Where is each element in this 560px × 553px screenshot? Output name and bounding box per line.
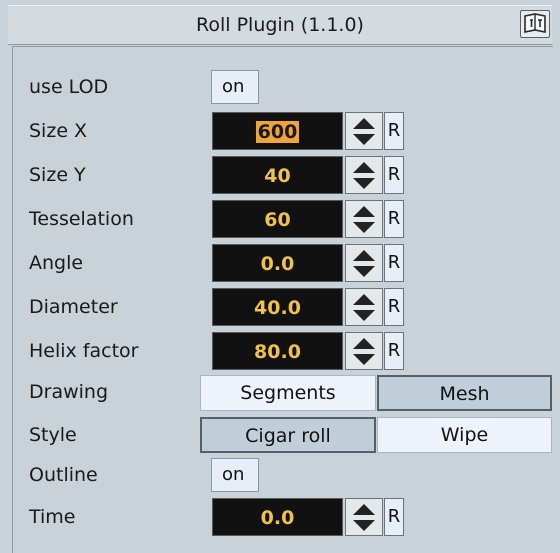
plugin-title-bar: Roll Plugin (1.1.0) xyxy=(8,5,552,45)
helix-factor-stepper[interactable] xyxy=(345,332,383,370)
helix-factor-reset-button[interactable]: R xyxy=(384,332,404,370)
tesselation-stepper[interactable] xyxy=(345,200,383,238)
use-lod-label: use LOD xyxy=(29,76,109,98)
size-y-reset-button[interactable]: R xyxy=(384,156,404,194)
size-x-reset-button[interactable]: R xyxy=(384,112,404,150)
plugin-title: Roll Plugin (1.1.0) xyxy=(196,14,364,36)
outline-label: Outline xyxy=(29,464,98,486)
stepper-arrows-icon xyxy=(353,162,375,189)
angle-label: Angle xyxy=(29,252,84,274)
plugin-properties-panel: use LOD on Size X 600 R Size Y 40 R Tess… xyxy=(12,46,553,553)
size-x-value: 600 xyxy=(255,121,300,143)
size-y-label: Size Y xyxy=(29,164,86,186)
tesselation-reset-button[interactable]: R xyxy=(384,200,404,238)
stepper-arrows-icon xyxy=(353,294,375,321)
angle-field[interactable]: 0.0 xyxy=(212,244,343,282)
stepper-arrows-icon xyxy=(353,118,375,145)
style-option-wipe[interactable]: Wipe xyxy=(377,417,552,453)
size-x-label: Size X xyxy=(29,120,88,142)
tesselation-label: Tesselation xyxy=(29,208,134,230)
drawing-option-segments[interactable]: Segments xyxy=(200,375,376,411)
diameter-field[interactable]: 40.0 xyxy=(212,288,343,326)
stepper-arrows-icon xyxy=(353,206,375,233)
drawing-option-mesh[interactable]: Mesh xyxy=(377,375,552,411)
helix-factor-label: Helix factor xyxy=(29,340,139,362)
size-x-stepper[interactable] xyxy=(345,112,383,150)
stepper-arrows-icon xyxy=(353,338,375,365)
size-y-field[interactable]: 40 xyxy=(212,156,343,194)
angle-reset-button[interactable]: R xyxy=(384,244,404,282)
use-lod-toggle[interactable]: on xyxy=(211,70,259,104)
style-option-cigar-roll[interactable]: Cigar roll xyxy=(200,417,376,453)
time-reset-button[interactable]: R xyxy=(384,498,404,536)
help-book-icon[interactable] xyxy=(520,10,550,38)
helix-factor-field[interactable]: 80.0 xyxy=(212,332,343,370)
drawing-label: Drawing xyxy=(29,381,109,403)
style-label: Style xyxy=(29,424,77,446)
diameter-stepper[interactable] xyxy=(345,288,383,326)
diameter-label: Diameter xyxy=(29,296,118,318)
outline-toggle[interactable]: on xyxy=(211,458,259,492)
time-stepper[interactable] xyxy=(345,498,383,536)
time-field[interactable]: 0.0 xyxy=(212,498,343,536)
tesselation-field[interactable]: 60 xyxy=(212,200,343,238)
angle-stepper[interactable] xyxy=(345,244,383,282)
time-label: Time xyxy=(29,506,76,528)
stepper-arrows-icon xyxy=(353,504,375,531)
size-x-field[interactable]: 600 xyxy=(212,112,343,150)
stepper-arrows-icon xyxy=(353,250,375,277)
size-y-stepper[interactable] xyxy=(345,156,383,194)
diameter-reset-button[interactable]: R xyxy=(384,288,404,326)
